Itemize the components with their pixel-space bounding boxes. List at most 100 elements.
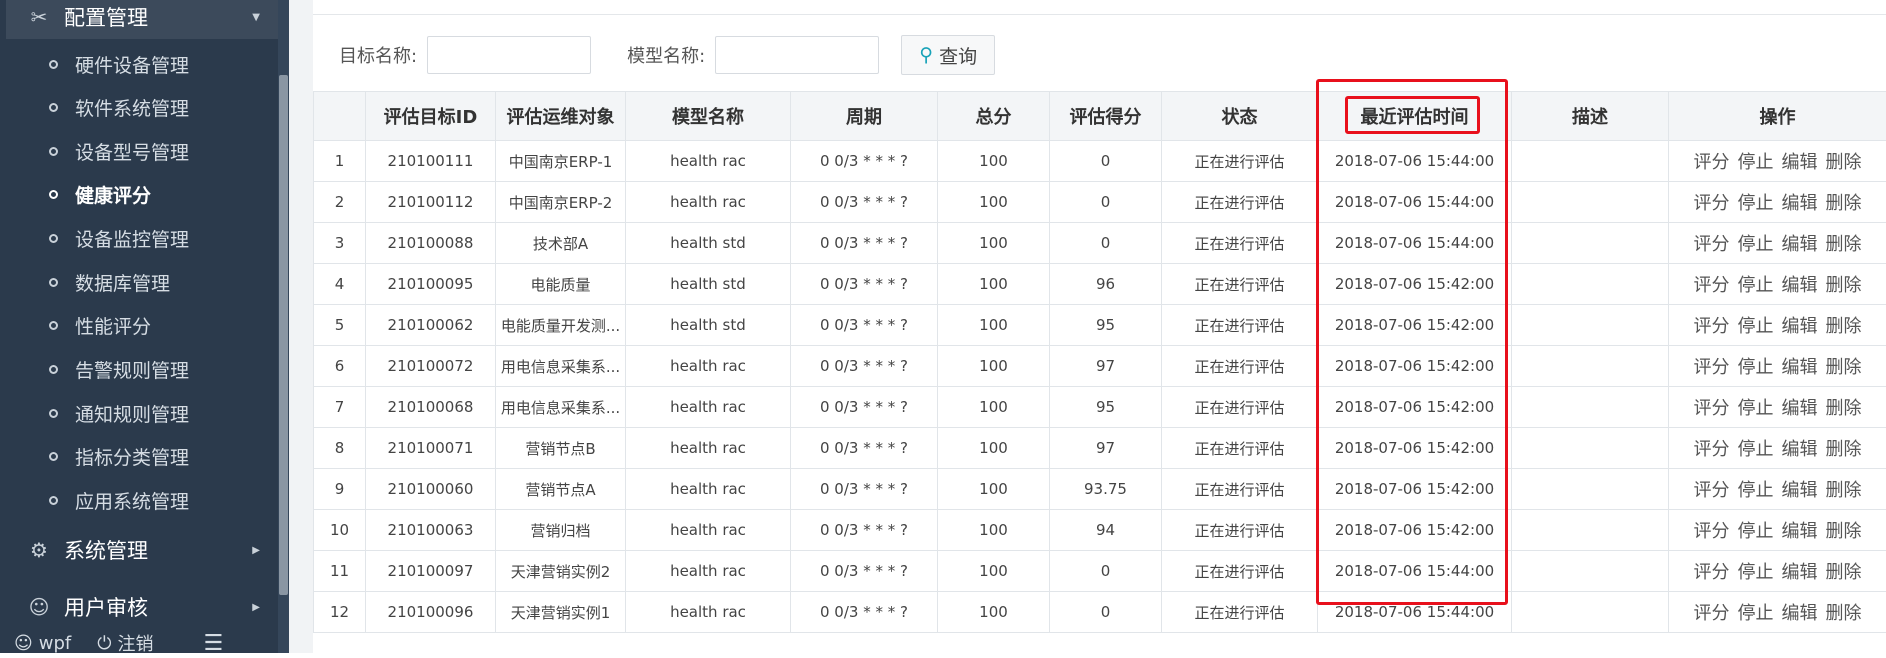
score-action[interactable]: 评分 [1694,398,1730,419]
edit-action[interactable]: 编辑 [1782,439,1818,460]
cell-status: 正在进行评估 [1162,551,1318,592]
score-action[interactable]: 评分 [1694,275,1730,296]
delete-action[interactable]: 删除 [1826,521,1862,542]
cell-total-score: 100 [938,551,1050,592]
col-header-description: 描述 [1512,92,1669,141]
sidebar-item-software[interactable]: 软件系统管理 [0,87,278,127]
score-action[interactable]: 评分 [1694,562,1730,583]
score-action[interactable]: 评分 [1694,480,1730,501]
table-row[interactable]: 8210100071营销节点Bhealth rac0 0/3 * * * ?10… [314,428,1886,469]
delete-action[interactable]: 删除 [1826,480,1862,501]
edit-action[interactable]: 编辑 [1782,603,1818,624]
delete-action[interactable]: 删除 [1826,234,1862,255]
sidebar-item-performance[interactable]: 性能评分 [0,305,278,345]
score-action[interactable]: 评分 [1694,357,1730,378]
menu-icon[interactable]: ☰ [204,631,224,656]
sidebar-group-audit[interactable]: ☺ 用户审核 ▶ [6,585,278,629]
sidebar-group-config[interactable]: ✂ 配置管理 ▼ [6,0,278,39]
stop-action[interactable]: 停止 [1738,152,1774,173]
sidebar-item-label: 通知规则管理 [75,400,189,427]
sidebar-item-database[interactable]: 数据库管理 [0,262,278,302]
sidebar-group-system[interactable]: ⚙ 系统管理 ▶ [6,528,278,572]
cell-total-score: 100 [938,305,1050,346]
delete-action[interactable]: 删除 [1826,316,1862,337]
sidebar-item-health-score[interactable]: 健康评分 [0,174,278,214]
delete-action[interactable]: 删除 [1826,275,1862,296]
sidebar-item-device-model[interactable]: 设备型号管理 [0,131,278,171]
stop-action[interactable]: 停止 [1738,439,1774,460]
table-row[interactable]: 2210100112中国南京ERP-2health rac0 0/3 * * *… [314,182,1886,223]
score-action[interactable]: 评分 [1694,521,1730,542]
table-row[interactable]: 7210100068用电信息采集系...health rac0 0/3 * * … [314,387,1886,428]
circle-icon [49,321,58,330]
table-row[interactable]: 5210100062电能质量开发测...health std0 0/3 * * … [314,305,1886,346]
delete-action[interactable]: 删除 [1826,398,1862,419]
table-row[interactable]: 3210100088技术部Ahealth std0 0/3 * * * ?100… [314,223,1886,264]
cell-model-name: health rac [626,592,791,633]
stop-action[interactable]: 停止 [1738,193,1774,214]
cell-cycle: 0 0/3 * * * ? [791,346,938,387]
sidebar-item-hardware[interactable]: 硬件设备管理 [0,44,278,84]
target-name-input[interactable] [427,36,591,74]
table-row[interactable]: 4210100095电能质量health std0 0/3 * * * ?100… [314,264,1886,305]
cell-target-id: 210100068 [366,387,496,428]
score-action[interactable]: 评分 [1694,234,1730,255]
stop-action[interactable]: 停止 [1738,357,1774,378]
edit-action[interactable]: 编辑 [1782,562,1818,583]
edit-action[interactable]: 编辑 [1782,398,1818,419]
logout-link[interactable]: 注销 [118,630,154,656]
edit-action[interactable]: 编辑 [1782,275,1818,296]
table-body: 1210100111中国南京ERP-1health rac0 0/3 * * *… [314,141,1886,633]
delete-action[interactable]: 删除 [1826,603,1862,624]
sidebar-item-app-system[interactable]: 应用系统管理 [0,480,278,520]
stop-action[interactable]: 停止 [1738,398,1774,419]
cell-target-id: 210100071 [366,428,496,469]
table-row[interactable]: 1210100111中国南京ERP-1health rac0 0/3 * * *… [314,141,1886,182]
stop-action[interactable]: 停止 [1738,603,1774,624]
sidebar-scrollbar-thumb[interactable] [279,75,288,595]
stop-action[interactable]: 停止 [1738,562,1774,583]
stop-action[interactable]: 停止 [1738,480,1774,501]
stop-action[interactable]: 停止 [1738,234,1774,255]
table-row[interactable]: 6210100072用电信息采集系...health rac0 0/3 * * … [314,346,1886,387]
table-row[interactable]: 11210100097天津营销实例2health rac0 0/3 * * * … [314,551,1886,592]
edit-action[interactable]: 编辑 [1782,234,1818,255]
edit-action[interactable]: 编辑 [1782,316,1818,337]
table-row[interactable]: 10210100063营销归档health rac0 0/3 * * * ?10… [314,510,1886,551]
delete-action[interactable]: 删除 [1826,193,1862,214]
cell-score: 0 [1050,592,1162,633]
edit-action[interactable]: 编辑 [1782,521,1818,542]
cell-score: 93.75 [1050,469,1162,510]
delete-action[interactable]: 删除 [1826,357,1862,378]
cell-actions: 评分停止编辑删除 [1669,141,1886,182]
cell-total-score: 100 [938,141,1050,182]
edit-action[interactable]: 编辑 [1782,152,1818,173]
sidebar-item-alert-rules[interactable]: 告警规则管理 [0,349,278,389]
username[interactable]: wpf [39,633,71,654]
delete-action[interactable]: 删除 [1826,152,1862,173]
score-action[interactable]: 评分 [1694,316,1730,337]
score-action[interactable]: 评分 [1694,152,1730,173]
sidebar-item-metric-category[interactable]: 指标分类管理 [0,436,278,476]
cell-ops-object: 营销节点B [496,428,626,469]
edit-action[interactable]: 编辑 [1782,357,1818,378]
score-action[interactable]: 评分 [1694,439,1730,460]
query-button[interactable]: ⚲ 查询 [901,35,995,75]
cell-ops-object: 营销节点A [496,469,626,510]
stop-action[interactable]: 停止 [1738,275,1774,296]
stop-action[interactable]: 停止 [1738,316,1774,337]
sidebar-item-device-monitor[interactable]: 设备监控管理 [0,218,278,258]
table-row[interactable]: 12210100096天津营销实例1health rac0 0/3 * * * … [314,592,1886,633]
delete-action[interactable]: 删除 [1826,562,1862,583]
model-name-input[interactable] [715,36,879,74]
score-action[interactable]: 评分 [1694,193,1730,214]
sidebar-item-notify-rules[interactable]: 通知规则管理 [0,393,278,433]
delete-action[interactable]: 删除 [1826,439,1862,460]
stop-action[interactable]: 停止 [1738,521,1774,542]
cell-total-score: 100 [938,510,1050,551]
cell-index: 9 [314,469,366,510]
edit-action[interactable]: 编辑 [1782,480,1818,501]
edit-action[interactable]: 编辑 [1782,193,1818,214]
score-action[interactable]: 评分 [1694,603,1730,624]
table-row[interactable]: 9210100060营销节点Ahealth rac0 0/3 * * * ?10… [314,469,1886,510]
